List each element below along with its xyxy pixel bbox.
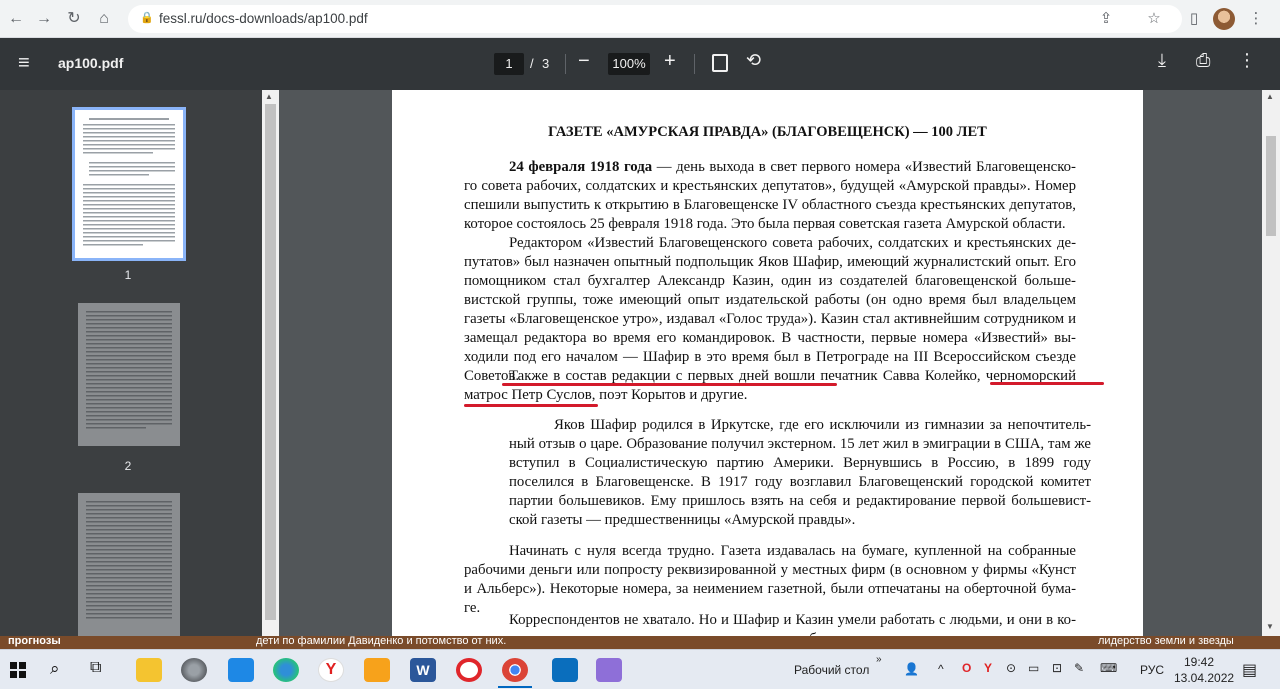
keyboard-icon[interactable]: ⌨	[1100, 661, 1117, 675]
clock-time[interactable]: 19:42	[1184, 655, 1214, 669]
paragraph-1: 24 февраля 1918 года — день выхода в све…	[464, 159, 1076, 232]
zoom-out-icon[interactable]: −	[578, 50, 590, 73]
paint-icon[interactable]	[596, 658, 622, 682]
network-icon[interactable]: ⊡	[1052, 661, 1062, 675]
pdf-page: ГАЗЕТЕ «АМУРСКАЯ ПРАВДА» (БЛАГОВЕЩЕНСК) …	[392, 90, 1143, 636]
thumbnail-page-3[interactable]	[78, 493, 180, 636]
chrome-icon[interactable]	[502, 658, 528, 682]
fit-page-icon[interactable]	[712, 54, 728, 72]
lock-icon: 🔒	[140, 12, 154, 24]
thumbnail-sidebar: 1 2	[0, 90, 262, 636]
notifications-icon[interactable]: ▤	[1242, 660, 1257, 680]
share-icon[interactable]: ⇪	[1096, 9, 1116, 27]
tray-app-icon[interactable]: ⊙	[1006, 661, 1016, 675]
paragraph-6: Корреспондентов не хватало. Но и Шафир и…	[464, 612, 1076, 636]
menu-icon[interactable]: ≡	[18, 52, 30, 75]
thumbnail-page-1[interactable]	[72, 107, 186, 261]
tray-expand-icon[interactable]: ^	[938, 662, 944, 676]
opera-icon[interactable]	[456, 658, 482, 682]
windows-taskbar: ⌕ ⧉ Y W Рабочий стол » 👤 ^ O Y ⊙ ▭ ⊡ ✎ ⌨…	[0, 649, 1280, 689]
battery-icon[interactable]: ▭	[1028, 661, 1039, 675]
rotate-icon[interactable]: ⟲	[746, 50, 761, 71]
news-strip: прогнозы дети по фамилии Давиденко и пот…	[0, 636, 1280, 649]
edge-icon[interactable]	[273, 658, 299, 682]
red-underline	[502, 383, 837, 386]
thumbnail-text-lines	[83, 118, 175, 246]
forward-icon[interactable]: →	[34, 9, 54, 29]
thumbnail-text-lines	[86, 501, 172, 619]
zoom-level-input[interactable]: 100%	[608, 53, 650, 75]
paragraph-1-date: 24 февраля 1918 года	[509, 159, 653, 175]
document-scroll-thumb[interactable]	[1266, 136, 1276, 236]
thumbnail-page-2[interactable]	[78, 303, 180, 446]
toolbar-divider	[565, 54, 566, 74]
download-icon[interactable]: ⤓	[1158, 50, 1166, 71]
reload-icon[interactable]: ↻	[64, 9, 84, 29]
thumbnail-text-lines	[86, 311, 172, 429]
desktop-toolbar-label[interactable]: Рабочий стол	[794, 663, 869, 677]
sidebar-scrollbar[interactable]: ▲	[262, 90, 279, 636]
more-options-icon[interactable]: ⋮	[1238, 50, 1256, 71]
print-icon[interactable]: ⎙	[1196, 50, 1210, 71]
task-view-icon[interactable]: ⧉	[90, 659, 101, 677]
url-text: fessl.ru/docs-downloads/ap100.pdf	[159, 11, 368, 26]
document-scrollbar[interactable]: ▲ ▼	[1262, 90, 1280, 636]
language-indicator[interactable]: РУС	[1140, 663, 1164, 677]
page-number-input[interactable]: 1	[494, 53, 524, 75]
paragraph-3: Также в состав редакции с первых дней во…	[464, 368, 1076, 403]
word-icon[interactable]: W	[410, 658, 436, 682]
back-icon[interactable]: ←	[6, 9, 26, 29]
zoom-in-icon[interactable]: +	[664, 50, 676, 73]
opera-tray-icon[interactable]: O	[962, 661, 971, 675]
page-separator: /	[530, 56, 534, 71]
file-name: ap100.pdf	[58, 55, 124, 71]
app-circle-icon[interactable]	[181, 658, 207, 682]
scroll-up-arrow-icon[interactable]: ▲	[1266, 92, 1274, 101]
sidebar-scroll-thumb[interactable]	[265, 104, 276, 620]
search-icon[interactable]: ⌕	[50, 659, 60, 679]
paragraph-2: Редактором «Известий Благовещенского сов…	[464, 235, 1076, 384]
profile-avatar[interactable]	[1213, 8, 1235, 30]
news-right-text: лидерство земли и звезды	[1098, 636, 1234, 647]
red-underline	[464, 404, 598, 407]
clock-date[interactable]: 13.04.2022	[1174, 671, 1234, 685]
toolbar-expand-icon[interactable]: »	[876, 654, 882, 665]
thumbnail-label-1: 1	[124, 268, 132, 282]
thumbnail-label-2: 2	[124, 459, 132, 473]
browser-chrome: ← → ↻ ⌂ 🔒 fessl.ru/docs-downloads/ap100.…	[0, 0, 1280, 38]
home-icon[interactable]: ⌂	[94, 9, 114, 29]
mail-icon[interactable]	[228, 658, 254, 682]
pdf-toolbar: ≡ ap100.pdf 1 / 3 − 100% + ⟲ ⤓ ⎙ ⋮	[0, 38, 1280, 90]
pen-icon[interactable]: ✎	[1074, 661, 1084, 675]
media-player-icon[interactable]	[364, 658, 390, 682]
active-app-indicator	[498, 686, 532, 688]
news-left-text: прогнозы	[8, 636, 61, 647]
red-underline	[990, 382, 1104, 385]
toolbar-divider	[694, 54, 695, 74]
news-middle-text: дети по фамилии Давиденко и потомство от…	[256, 636, 507, 647]
windows-start-icon[interactable]	[10, 662, 26, 678]
yandex-browser-icon[interactable]: Y	[318, 658, 344, 682]
scroll-up-arrow-icon[interactable]: ▲	[265, 92, 273, 101]
paragraph-4: Яков Шафир родился в Иркутске, где его и…	[509, 417, 1091, 528]
scroll-down-arrow-icon[interactable]: ▼	[1266, 622, 1274, 631]
page-count: 3	[542, 56, 550, 71]
paragraph-5: Начинать с нуля всегда трудно. Газета из…	[464, 543, 1076, 616]
people-icon[interactable]: 👤	[904, 662, 919, 676]
yandex-tray-icon[interactable]: Y	[984, 661, 992, 675]
document-title: ГАЗЕТЕ «АМУРСКАЯ ПРАВДА» (БЛАГОВЕЩЕНСК) …	[548, 124, 987, 140]
side-panel-icon[interactable]: ▯	[1184, 9, 1204, 27]
app-blue-icon[interactable]	[552, 658, 578, 682]
bookmark-star-icon[interactable]: ☆	[1144, 9, 1164, 27]
file-explorer-icon[interactable]	[136, 658, 162, 682]
chrome-menu-icon[interactable]: ⋮	[1246, 9, 1266, 27]
address-bar[interactable]: 🔒 fessl.ru/docs-downloads/ap100.pdf ⇪ ☆	[128, 5, 1182, 33]
